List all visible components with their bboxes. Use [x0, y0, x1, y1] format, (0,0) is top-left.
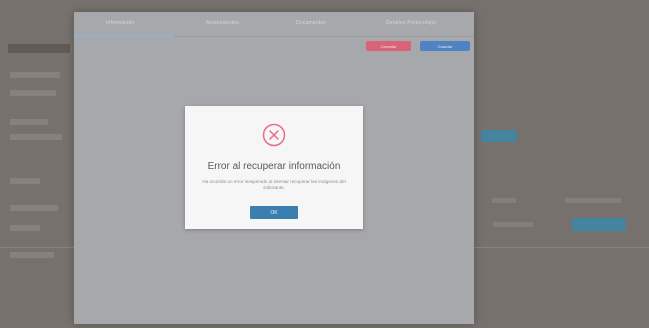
dialog-message: Ha ocurrido un error inesperado al inten…: [202, 179, 346, 190]
background-button: [481, 130, 517, 142]
tab-detalles-protocolos[interactable]: Detalles Protocolo(s): [386, 20, 437, 26]
tab-informacion[interactable]: Información: [106, 20, 134, 26]
background-button: [572, 218, 626, 231]
tab-antecedentes[interactable]: Antecedentes: [206, 20, 239, 26]
dialog-title: Error al recuperar información: [207, 161, 341, 172]
background-title-bar: [8, 44, 70, 53]
error-dialog: Error al recuperar información Ha ocurri…: [185, 106, 363, 229]
background-row: [10, 205, 58, 211]
save-button[interactable]: Guardar: [420, 41, 470, 51]
background-row: [10, 225, 40, 231]
tab-documentos[interactable]: Documentos: [296, 20, 326, 26]
tab-bar: Información Antecedentes Documentos Deta…: [74, 12, 474, 37]
background-label: [565, 198, 621, 203]
background-label: [492, 198, 516, 203]
background-row: [10, 252, 54, 258]
background-row: [10, 178, 40, 184]
error-x-icon: [262, 123, 286, 147]
background-value: [493, 222, 533, 227]
background-row: [10, 134, 62, 140]
cancel-button[interactable]: Cancelar: [366, 41, 411, 51]
active-tab-indicator: [74, 35, 174, 37]
ok-button[interactable]: OK: [250, 206, 298, 219]
background-row: [10, 119, 48, 125]
background-row: [10, 72, 60, 78]
background-row: [10, 90, 56, 96]
